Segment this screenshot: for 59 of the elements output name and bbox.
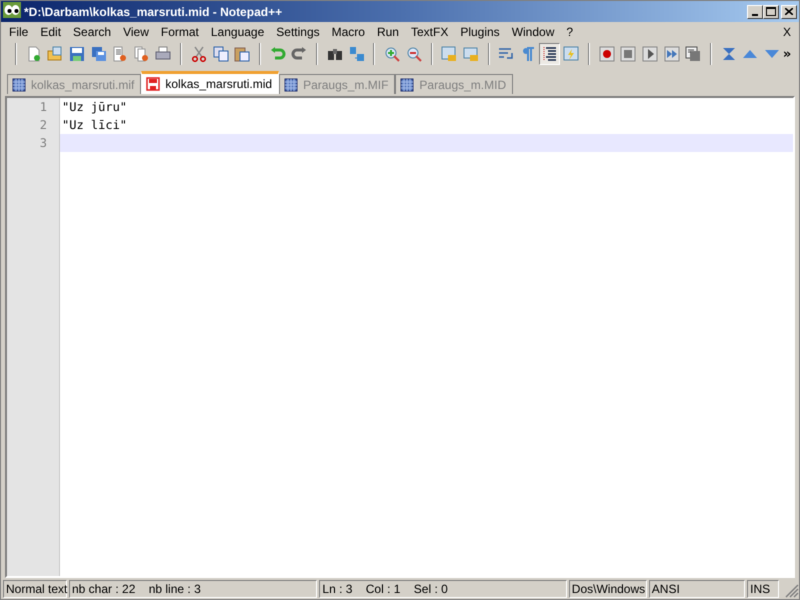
maximize-button[interactable] (763, 4, 779, 18)
line-number: 3 (40, 136, 47, 150)
documents-close-icon (134, 46, 150, 62)
record-icon (598, 46, 615, 62)
folder-icon (47, 46, 64, 62)
menu-item[interactable]: View (117, 24, 155, 38)
undo-icon (270, 46, 286, 62)
menu-item[interactable]: Search (67, 24, 118, 38)
app-icon (3, 2, 21, 18)
minimize-button[interactable] (747, 4, 763, 18)
word-wrap-icon (498, 46, 514, 62)
code-line: "Uz līci" (61, 117, 128, 134)
document-icon (26, 46, 42, 62)
window-lightning-icon (563, 46, 580, 62)
menu-item[interactable]: Plugins (454, 24, 506, 38)
menu-item[interactable]: Format (154, 24, 205, 38)
scissors-icon (190, 46, 207, 62)
menu-item[interactable]: Run (370, 24, 405, 38)
zoom-in-icon (384, 46, 400, 62)
menu-item[interactable]: Edit (34, 24, 68, 38)
stop-icon (620, 46, 636, 62)
menu-item[interactable]: TextFX (404, 24, 454, 38)
status-field: Dos\Windows (568, 580, 647, 598)
toolbar-button[interactable] (539, 43, 560, 65)
status-field: INS (747, 580, 779, 598)
close-document-button[interactable]: X (776, 24, 797, 38)
status-field: Ln : 3 Col : 1 Sel : 0 (319, 580, 567, 598)
play-icon (642, 46, 658, 62)
fast-forward-icon (664, 46, 680, 62)
menu-item[interactable]: Language (204, 24, 270, 38)
status-field: ANSI (648, 580, 746, 598)
document-close-icon (112, 46, 128, 62)
copy-icon (212, 46, 229, 62)
maximize-icon (766, 7, 776, 16)
line-number: 1 (40, 100, 47, 114)
macro-save-icon (685, 46, 702, 62)
code-line: "Uz jūru" (61, 99, 128, 116)
window-title: *D:\Darbam\kolkas_marsruti.mid - Notepad++ (24, 4, 284, 18)
close-button[interactable] (781, 4, 797, 18)
minimize-icon (752, 14, 758, 16)
floppy-disks-icon (90, 46, 107, 62)
menu-item[interactable]: Macro (326, 24, 371, 38)
binoculars-icon (326, 46, 343, 62)
overflow-button[interactable]: » (782, 46, 796, 62)
status-field: Normal text (3, 580, 67, 598)
indent-guide-icon (542, 46, 558, 62)
status-field: nb char : 22 nb line : 3 (69, 580, 318, 598)
close-icon (785, 8, 793, 15)
tab[interactable]: kolkas_marsruti.mid (141, 71, 280, 94)
menu-item[interactable]: ? (560, 24, 580, 38)
printer-icon (155, 46, 172, 62)
menu-item[interactable]: Settings (270, 24, 326, 38)
line-number: 2 (40, 118, 47, 132)
zoom-out-icon (406, 46, 422, 62)
menu-item[interactable]: File (3, 24, 34, 38)
menu-item[interactable]: Window (506, 24, 560, 38)
pilcrow-icon (520, 46, 536, 62)
redo-icon (291, 46, 308, 62)
clipboard-icon (234, 46, 250, 62)
